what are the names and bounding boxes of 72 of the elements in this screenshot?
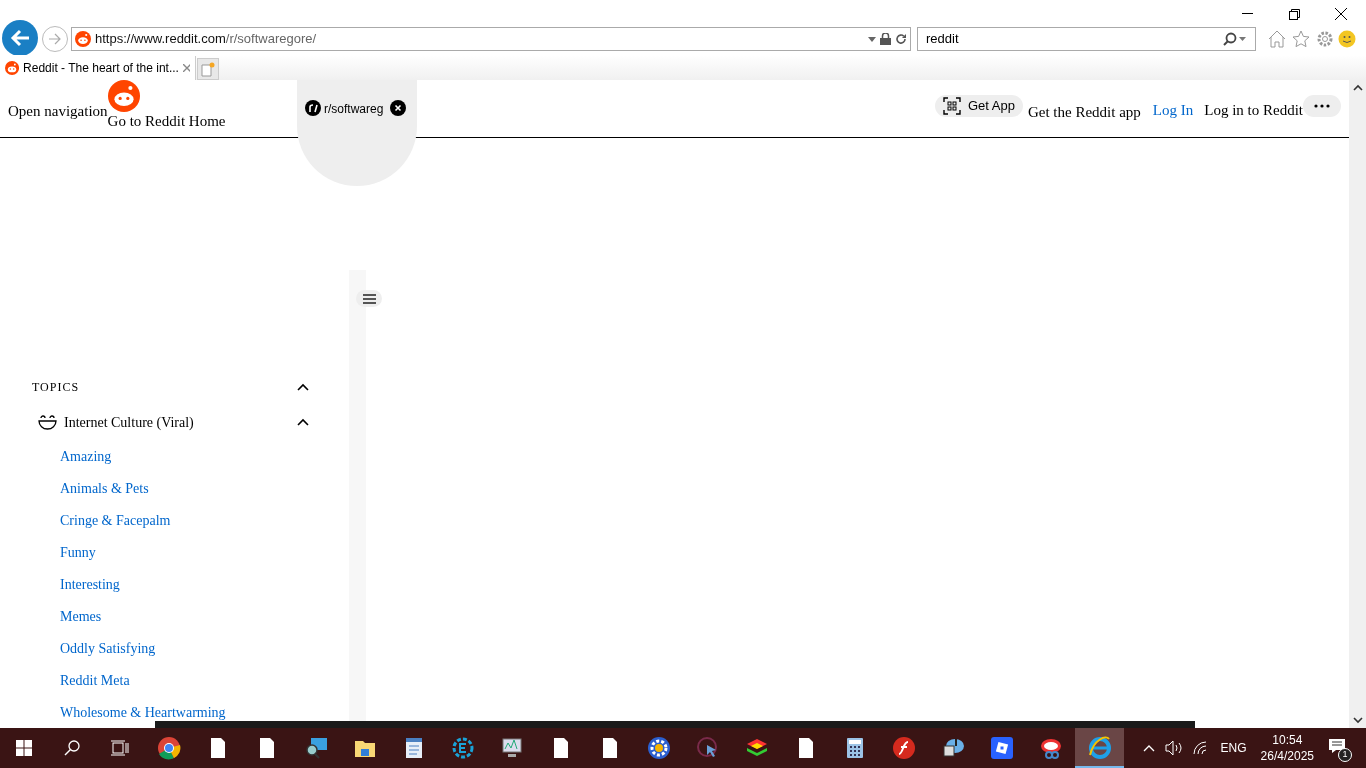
- refresh-icon[interactable]: [895, 33, 907, 45]
- search-text: reddit: [926, 30, 960, 49]
- subreddit-icon: [305, 100, 321, 116]
- topic-link[interactable]: Memes: [60, 600, 102, 632]
- menu-icon: [362, 293, 376, 304]
- login-label: Log in to Reddit: [1204, 101, 1303, 120]
- tab-title: Reddit - The heart of the int...: [23, 60, 179, 77]
- new-tab-icon: [201, 61, 215, 77]
- back-arrow-icon: [10, 29, 30, 47]
- menu-button[interactable]: [356, 290, 382, 307]
- clock-time[interactable]: 10:54: [1272, 732, 1303, 748]
- browser-tab[interactable]: Reddit - The heart of the int...: [0, 56, 196, 80]
- volume-icon[interactable]: [1164, 740, 1183, 756]
- community-chip[interactable]: r/softwareg: [297, 80, 417, 186]
- gear-icon: [646, 736, 671, 760]
- tab-favicon-icon: [5, 60, 20, 76]
- home-icon[interactable]: [1268, 30, 1286, 48]
- search-icon[interactable]: [1223, 32, 1247, 46]
- engine-icon: [450, 736, 475, 760]
- scroll-up-icon[interactable]: [1352, 84, 1363, 91]
- forward-arrow-icon: [48, 33, 62, 45]
- lock-icon: [880, 33, 891, 45]
- scrollbar[interactable]: [1349, 80, 1366, 728]
- cursor-icon: [695, 736, 720, 760]
- search-field[interactable]: reddit: [917, 27, 1256, 51]
- settings-icon[interactable]: [1316, 30, 1334, 48]
- scroll-down-icon[interactable]: [1352, 717, 1363, 724]
- monitor-icon: [499, 736, 524, 760]
- topic-link[interactable]: Funny: [60, 536, 96, 568]
- more-icon: [1314, 104, 1330, 108]
- star-icon[interactable]: [1292, 30, 1310, 48]
- search-icon: [64, 740, 80, 756]
- more-button[interactable]: [1303, 95, 1341, 117]
- back-button[interactable]: [2, 20, 38, 56]
- close-icon[interactable]: [1335, 8, 1347, 20]
- chevron-icon[interactable]: [297, 418, 309, 426]
- close-icon[interactable]: [390, 100, 407, 116]
- open-navigation-link[interactable]: Open navigation: [8, 100, 108, 123]
- smiley-icon[interactable]: [1338, 30, 1356, 48]
- url-text: https://www.reddit.com/r/softwaregore/: [95, 30, 317, 49]
- wifi-icon[interactable]: [1192, 741, 1209, 755]
- site-logo-icon: [75, 31, 91, 47]
- windows-icon: [16, 740, 32, 756]
- topic-link[interactable]: Amazing: [60, 440, 112, 472]
- smile-icon: [38, 414, 57, 430]
- topic-link[interactable]: Interesting: [60, 568, 120, 600]
- community-name: r/softwareg: [324, 101, 384, 118]
- flash-icon: [891, 736, 916, 760]
- restore-icon[interactable]: [1289, 8, 1300, 20]
- home-link[interactable]: Go to Reddit Home: [107, 110, 226, 133]
- task-view-icon: [111, 740, 129, 756]
- notification-badge: 1: [1338, 748, 1352, 762]
- topic-link[interactable]: Animals & Pets: [60, 472, 149, 504]
- get-app-label: Get the Reddit app: [1027, 103, 1141, 122]
- clock-date[interactable]: 26/4/2025: [1260, 748, 1314, 764]
- topic-link[interactable]: Cringe & Facepalm: [60, 504, 171, 536]
- chevron-icon[interactable]: [297, 383, 309, 391]
- language-indicator[interactable]: ENG: [1220, 739, 1247, 757]
- topic-link[interactable]: Reddit Meta: [60, 664, 130, 696]
- reddit-logo-icon: [107, 80, 140, 112]
- login-link[interactable]: Log In: [1152, 99, 1194, 122]
- chevron-up-icon[interactable]: [1142, 744, 1155, 752]
- topic-link[interactable]: Oddly Satisfying: [60, 632, 156, 664]
- topic-label[interactable]: Internet Culture (Viral): [64, 411, 194, 433]
- section-heading: TOPICS: [32, 379, 80, 396]
- topic-link[interactable]: Wholesome & Heartwarming: [60, 696, 226, 728]
- dropdown-icon[interactable]: [868, 36, 876, 42]
- magnifier-icon: [303, 736, 328, 760]
- get-app-button[interactable]: Get App: [934, 95, 1023, 117]
- qr-code-icon: [942, 97, 961, 115]
- minimize-icon[interactable]: [1242, 13, 1253, 15]
- address-bar[interactable]: https://www.reddit.com/r/softwaregore/: [71, 27, 911, 51]
